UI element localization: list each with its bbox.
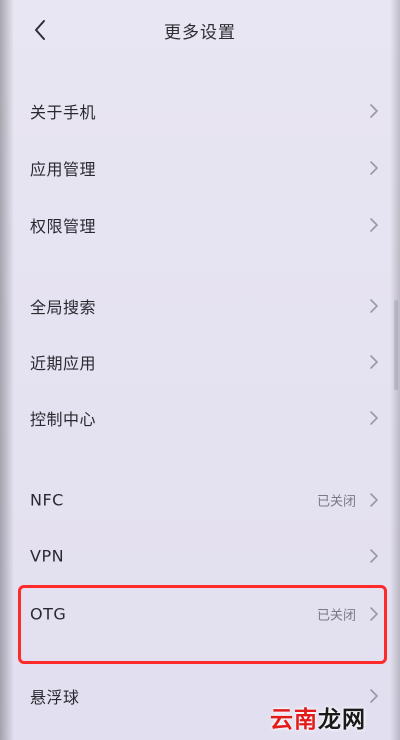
settings-item-status: 已关闭 xyxy=(316,608,356,624)
chevron-right-icon xyxy=(368,492,380,508)
chevron-right-icon xyxy=(368,103,380,119)
chevron-right-icon xyxy=(368,217,380,233)
settings-item-label: OTG xyxy=(30,604,67,624)
settings-item-label: 权限管理 xyxy=(30,217,97,236)
chevron-right-icon xyxy=(368,354,380,370)
chevron-right-icon xyxy=(368,548,380,564)
settings-item-label: 近期应用 xyxy=(30,354,97,373)
settings-item-permission-management[interactable]: 权限管理 xyxy=(0,197,400,253)
settings-item-label: VPN xyxy=(30,546,65,566)
settings-item-status: 已关闭 xyxy=(316,494,356,510)
settings-item-app-management[interactable]: 应用管理 xyxy=(0,140,400,196)
scrollbar[interactable] xyxy=(394,300,398,390)
settings-item-nfc[interactable]: NFC 已关闭 xyxy=(0,472,400,528)
page-title: 更多设置 xyxy=(164,23,236,43)
settings-item-otg[interactable]: OTG 已关闭 xyxy=(0,586,400,642)
top-bar: 更多设置 xyxy=(0,0,400,60)
chevron-right-icon xyxy=(368,606,380,622)
settings-item-control-center[interactable]: 控制中心 xyxy=(0,390,400,446)
chevron-right-icon xyxy=(368,688,380,704)
settings-item-vpn[interactable]: VPN xyxy=(0,528,400,584)
settings-item-global-search[interactable]: 全局搜索 xyxy=(0,278,400,334)
chevron-right-icon xyxy=(368,298,380,314)
settings-item-label: 关于手机 xyxy=(30,103,97,122)
watermark-part-a: 云南 xyxy=(270,707,318,733)
settings-item-recent-apps[interactable]: 近期应用 xyxy=(0,334,400,390)
chevron-right-icon xyxy=(368,160,380,176)
settings-item-about-phone[interactable]: 关于手机 xyxy=(0,83,400,139)
watermark-part-b: 龙网 xyxy=(318,707,366,733)
settings-item-label: 控制中心 xyxy=(30,410,97,429)
chevron-right-icon xyxy=(368,410,380,426)
settings-item-label: 应用管理 xyxy=(30,160,97,179)
watermark-logo: 云南龙网 xyxy=(270,700,366,734)
settings-item-label: 悬浮球 xyxy=(30,688,80,707)
settings-item-label: 全局搜索 xyxy=(30,298,97,317)
settings-item-label: NFC xyxy=(30,490,64,510)
